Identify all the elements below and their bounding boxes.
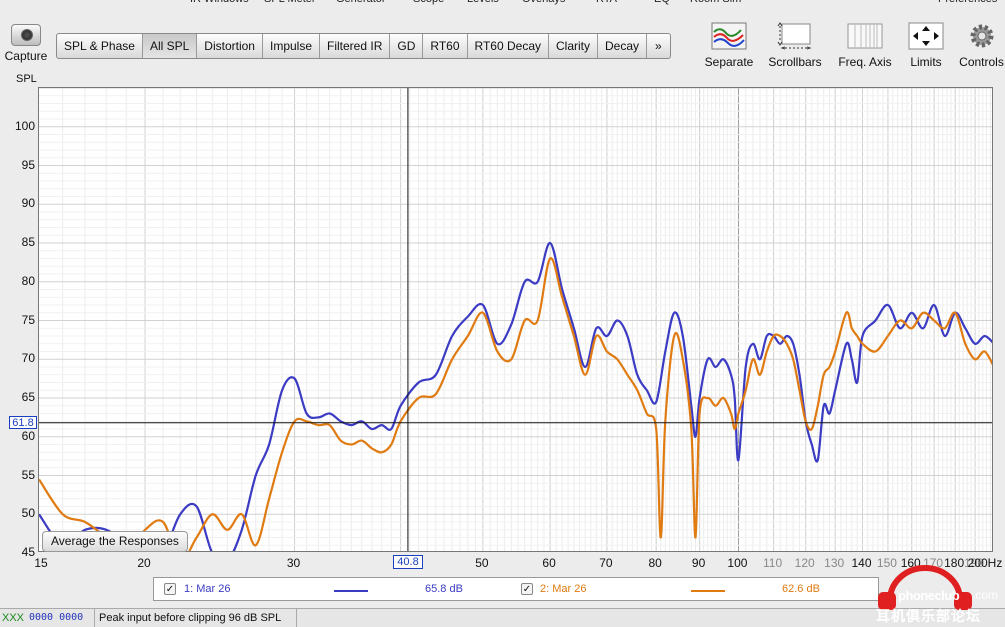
top-menu-item[interactable]: IR Windows xyxy=(190,0,249,5)
legend-checkbox-1[interactable]: ✓ xyxy=(164,583,176,595)
top-menu-item[interactable]: Room Sim xyxy=(690,0,741,5)
x-tick-label: 30 xyxy=(286,556,301,570)
legend-value-1: 65.8 dB xyxy=(425,583,463,595)
tab-all-spl[interactable]: All SPL xyxy=(142,34,198,58)
tab-distortion[interactable]: Distortion xyxy=(197,34,263,58)
legend-swatch-2 xyxy=(691,590,725,592)
average-responses-button[interactable]: Average the Responses xyxy=(42,531,188,552)
watermark-logo: phoneclub .com 耳机俱乐部论坛 xyxy=(866,562,1005,626)
freq-axis-button[interactable]: Freq. Axis xyxy=(836,22,894,69)
y-tick-label: 100 xyxy=(14,118,35,133)
y-tick-label: 45 xyxy=(21,545,35,559)
legend-value-2: 62.6 dB xyxy=(782,583,820,595)
tab-decay[interactable]: Decay xyxy=(598,34,648,58)
separate-icon xyxy=(711,22,747,50)
tab-spl-phase[interactable]: SPL & Phase xyxy=(57,34,143,58)
status-divider xyxy=(94,609,95,627)
scrollbars-icon xyxy=(777,22,812,50)
x-tick-label: 100 xyxy=(727,556,748,570)
y-tick-label: 75 xyxy=(21,312,35,327)
camera-icon xyxy=(11,24,41,46)
top-toolbar-row: IR Windows SPL Meter Generator Scope Levels O… xyxy=(0,0,1005,8)
status-message: Peak input before clipping 96 dB SPL xyxy=(99,612,282,624)
y-tick-label: 55 xyxy=(21,467,35,482)
capture-button[interactable]: Capture xyxy=(0,20,52,66)
cursor-x-readout: 40.8 xyxy=(393,555,423,569)
y-tick-label: 80 xyxy=(21,273,35,288)
legend-panel: ✓ 1: Mar 26 65.8 dB ✓ 2: Mar 26 62.6 dB xyxy=(153,577,879,601)
status-bar: XXX 0000 0000 Peak input before clipping… xyxy=(0,608,1005,627)
status-xxx: XXX xyxy=(2,612,25,624)
spl-plot-svg xyxy=(39,88,992,551)
freq-axis-icon xyxy=(847,23,883,49)
controls-label: Controls xyxy=(959,55,1004,69)
watermark-cn: 耳机俱乐部论坛 xyxy=(876,608,981,624)
graph-tab-bar: SPL & Phase All SPL Distortion Impulse Filte… xyxy=(56,33,671,59)
x-tick-label: 90 xyxy=(691,556,706,570)
tab-more[interactable]: » xyxy=(647,34,670,58)
top-menu-item[interactable]: Preferences xyxy=(938,0,997,5)
x-tick-label: 120 xyxy=(794,556,815,570)
x-tick-label: 60 xyxy=(542,556,556,570)
y-tick-label: 90 xyxy=(21,196,35,211)
status-divider xyxy=(296,609,297,627)
y-tick-label: 60 xyxy=(21,428,35,443)
controls-button[interactable]: Controls xyxy=(958,22,1005,69)
x-tick-label: 50 xyxy=(475,556,489,570)
tab-clarity[interactable]: Clarity xyxy=(549,34,599,58)
tab-rt60-decay[interactable]: RT60 Decay xyxy=(468,34,549,58)
watermark-suffix: .com xyxy=(972,588,999,602)
scrollbars-label: Scrollbars xyxy=(768,55,822,69)
spl-plot-area[interactable] xyxy=(38,87,993,552)
y-tick-label: 85 xyxy=(21,235,35,249)
top-menu-item[interactable]: Generator xyxy=(336,0,386,5)
y-tick-label: 65 xyxy=(21,390,35,404)
top-menu-item[interactable]: Scope xyxy=(413,0,444,5)
top-menu-item[interactable]: Levels xyxy=(467,0,499,5)
x-tick-label: 110 xyxy=(763,556,783,570)
x-tick-label: 15 xyxy=(34,556,48,570)
cursor-y-readout: 61.8 xyxy=(9,416,37,429)
tab-rt60[interactable]: RT60 xyxy=(423,34,468,58)
freq-axis-label: Freq. Axis xyxy=(838,55,892,69)
top-menu-item[interactable]: EQ xyxy=(654,0,670,5)
tab-impulse[interactable]: Impulse xyxy=(263,34,321,58)
y-tick-label: 70 xyxy=(21,351,35,366)
series-line-2 xyxy=(39,257,992,551)
y-axis-label: SPL xyxy=(16,73,37,85)
x-tick-label: 130 xyxy=(824,556,845,570)
status-level: 0000 0000 xyxy=(29,612,84,623)
separate-label: Separate xyxy=(704,55,754,69)
x-tick-label: 80 xyxy=(648,556,662,570)
y-tick-label: 95 xyxy=(21,157,35,172)
limits-button[interactable]: Limits xyxy=(906,22,946,69)
capture-label: Capture xyxy=(4,49,48,63)
top-menu-item[interactable]: RTA xyxy=(596,0,617,5)
x-tick-label: 70 xyxy=(599,556,613,570)
legend-checkbox-2[interactable]: ✓ xyxy=(521,583,533,595)
tab-filtered-ir[interactable]: Filtered IR xyxy=(320,34,391,58)
legend-name-2: 2: Mar 26 xyxy=(540,583,587,595)
gear-icon xyxy=(970,24,993,48)
legend-name-1: 1: Mar 26 xyxy=(184,583,231,595)
scrollbars-button[interactable]: Scrollbars xyxy=(766,22,824,69)
y-tick-label: 50 xyxy=(21,506,35,521)
top-menu-item[interactable]: Overlays xyxy=(522,0,565,5)
x-tick-label: 20 xyxy=(137,556,151,570)
watermark-brand: phoneclub xyxy=(898,588,960,603)
limits-icon xyxy=(908,22,944,50)
legend-swatch-1 xyxy=(334,590,368,592)
top-menu-item[interactable]: SPL Meter xyxy=(264,0,316,5)
separate-button[interactable]: Separate xyxy=(704,22,754,69)
tab-gd[interactable]: GD xyxy=(390,34,424,58)
limits-label: Limits xyxy=(910,55,942,69)
